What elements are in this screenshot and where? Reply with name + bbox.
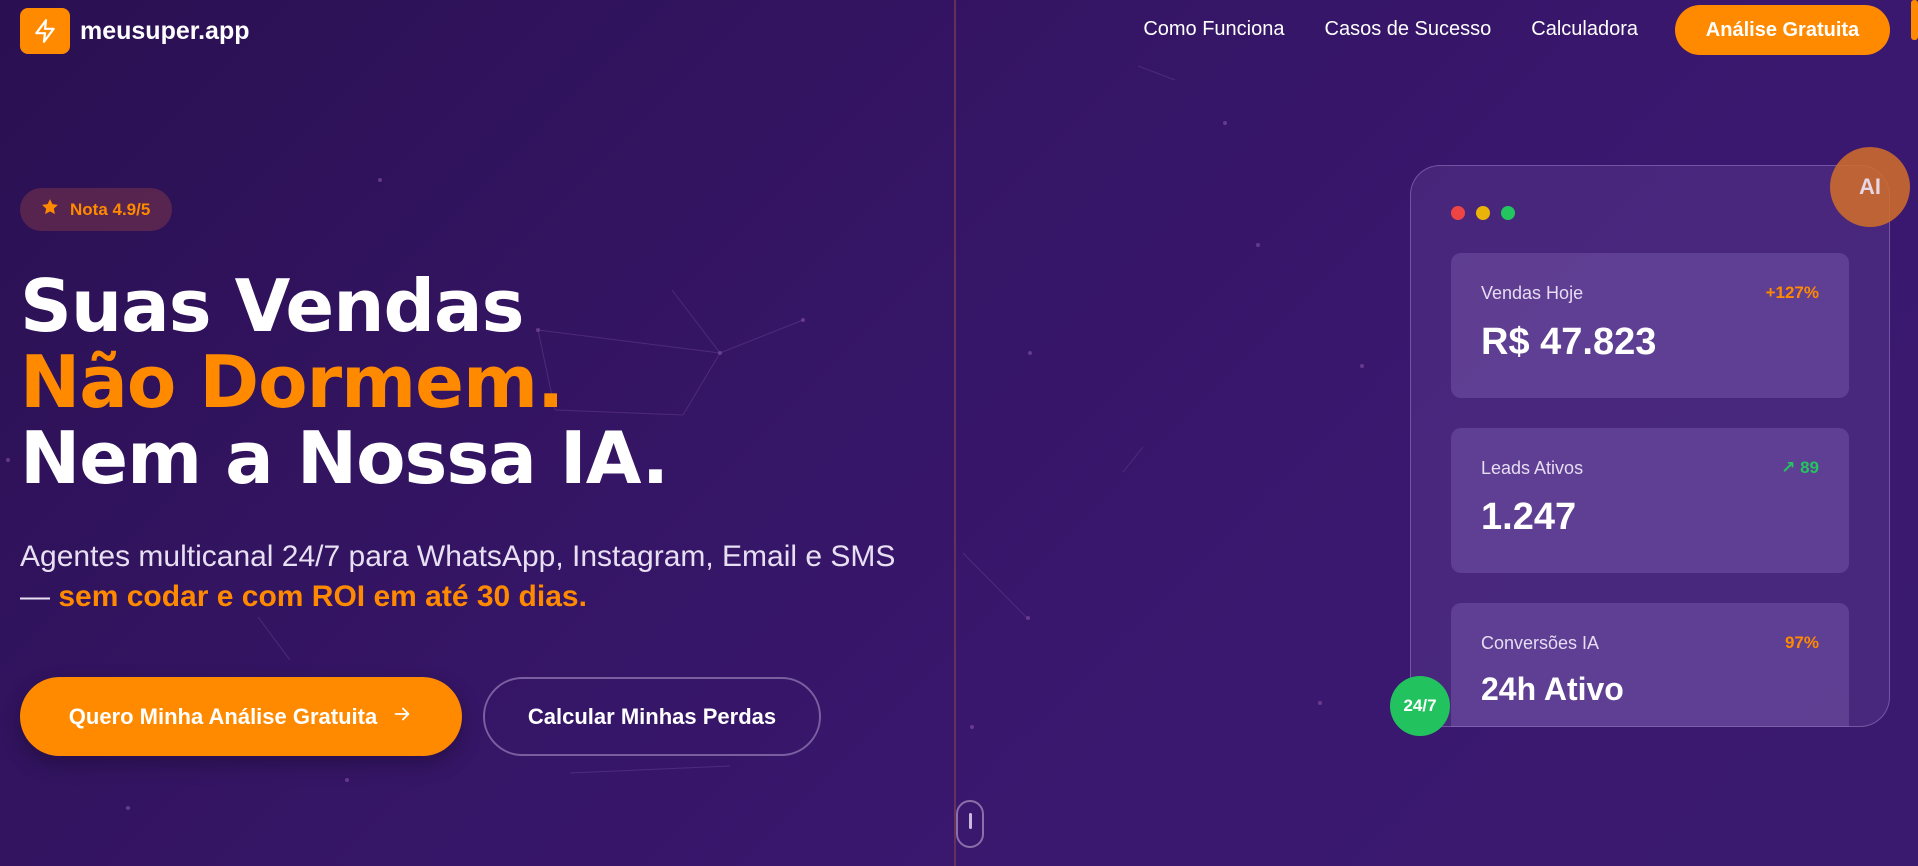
window-controls (1451, 206, 1515, 220)
header-cta-button[interactable]: Análise Gratuita (1675, 5, 1890, 55)
hero-headline: Suas Vendas Não Dormem. Nem a Nossa IA. (20, 264, 669, 500)
primary-cta-label: Quero Minha Análise Gratuita (68, 703, 378, 729)
subtitle-highlight: sem codar e com ROI em até 30 dias. (58, 580, 587, 613)
rating-badge: Nota 4.9/5 (20, 188, 173, 231)
secondary-cta-button[interactable]: Calcular Minhas Perdas (483, 677, 821, 756)
dashboard-card: Vendas Hoje +127% R$ 47.823 Leads Ativos… (1410, 165, 1890, 727)
stat-card-vendas-hoje: Vendas Hoje +127% R$ 47.823 (1451, 253, 1849, 398)
headline-line-3: Nem a Nossa IA. (20, 416, 669, 500)
rating-text: Nota 4.9/5 (70, 199, 151, 219)
headline-line-1: Suas Vendas (20, 264, 524, 348)
stat-delta: 97% (1784, 633, 1819, 652)
uptime-badge: 24/7 (1390, 676, 1450, 736)
window-dot-red (1451, 206, 1465, 220)
stat-value: 24h Ativo (1481, 671, 1624, 707)
stat-card-conversoes-ia: Conversões IA 97% 24h Ativo (1451, 603, 1849, 727)
arrow-right-icon (391, 703, 413, 731)
site-header: meusuper.app Como Funciona Casos de Suce… (0, 0, 1918, 60)
stat-label: Vendas Hoje (1481, 283, 1584, 303)
stat-label: Conversões IA (1481, 633, 1600, 653)
lightning-icon (20, 8, 70, 54)
stat-card-leads-ativos: Leads Ativos ↗ 89 1.247 (1451, 428, 1849, 573)
stat-value: R$ 47.823 (1481, 321, 1657, 363)
stat-label: Leads Ativos (1481, 458, 1584, 478)
stat-value: 1.247 (1481, 496, 1577, 538)
brand-name: meusuper.app (80, 16, 250, 45)
window-dot-green (1501, 206, 1515, 220)
scroll-down-indicator[interactable] (956, 800, 984, 848)
hero-subtitle: Agentes multicanal 24/7 para WhatsApp, I… (20, 537, 900, 617)
nav-item-casos-de-sucesso[interactable]: Casos de Sucesso (1325, 18, 1492, 41)
stat-delta: ↗ 89 (1781, 458, 1819, 477)
star-icon (40, 197, 60, 222)
main-nav: Como Funciona Casos de Sucesso Calculado… (1143, 18, 1638, 41)
headline-line-2: Não Dormem. (20, 340, 564, 424)
primary-cta-button[interactable]: Quero Minha Análise Gratuita (20, 677, 462, 756)
nav-item-calculadora[interactable]: Calculadora (1531, 18, 1638, 41)
vertical-divider (954, 0, 956, 866)
nav-item-como-funciona[interactable]: Como Funciona (1143, 18, 1284, 41)
ai-badge: AI (1830, 147, 1910, 227)
window-dot-yellow (1476, 206, 1490, 220)
logo[interactable]: meusuper.app (20, 8, 250, 54)
scroll-wheel-icon (969, 813, 972, 829)
stat-delta: +127% (1765, 283, 1819, 302)
